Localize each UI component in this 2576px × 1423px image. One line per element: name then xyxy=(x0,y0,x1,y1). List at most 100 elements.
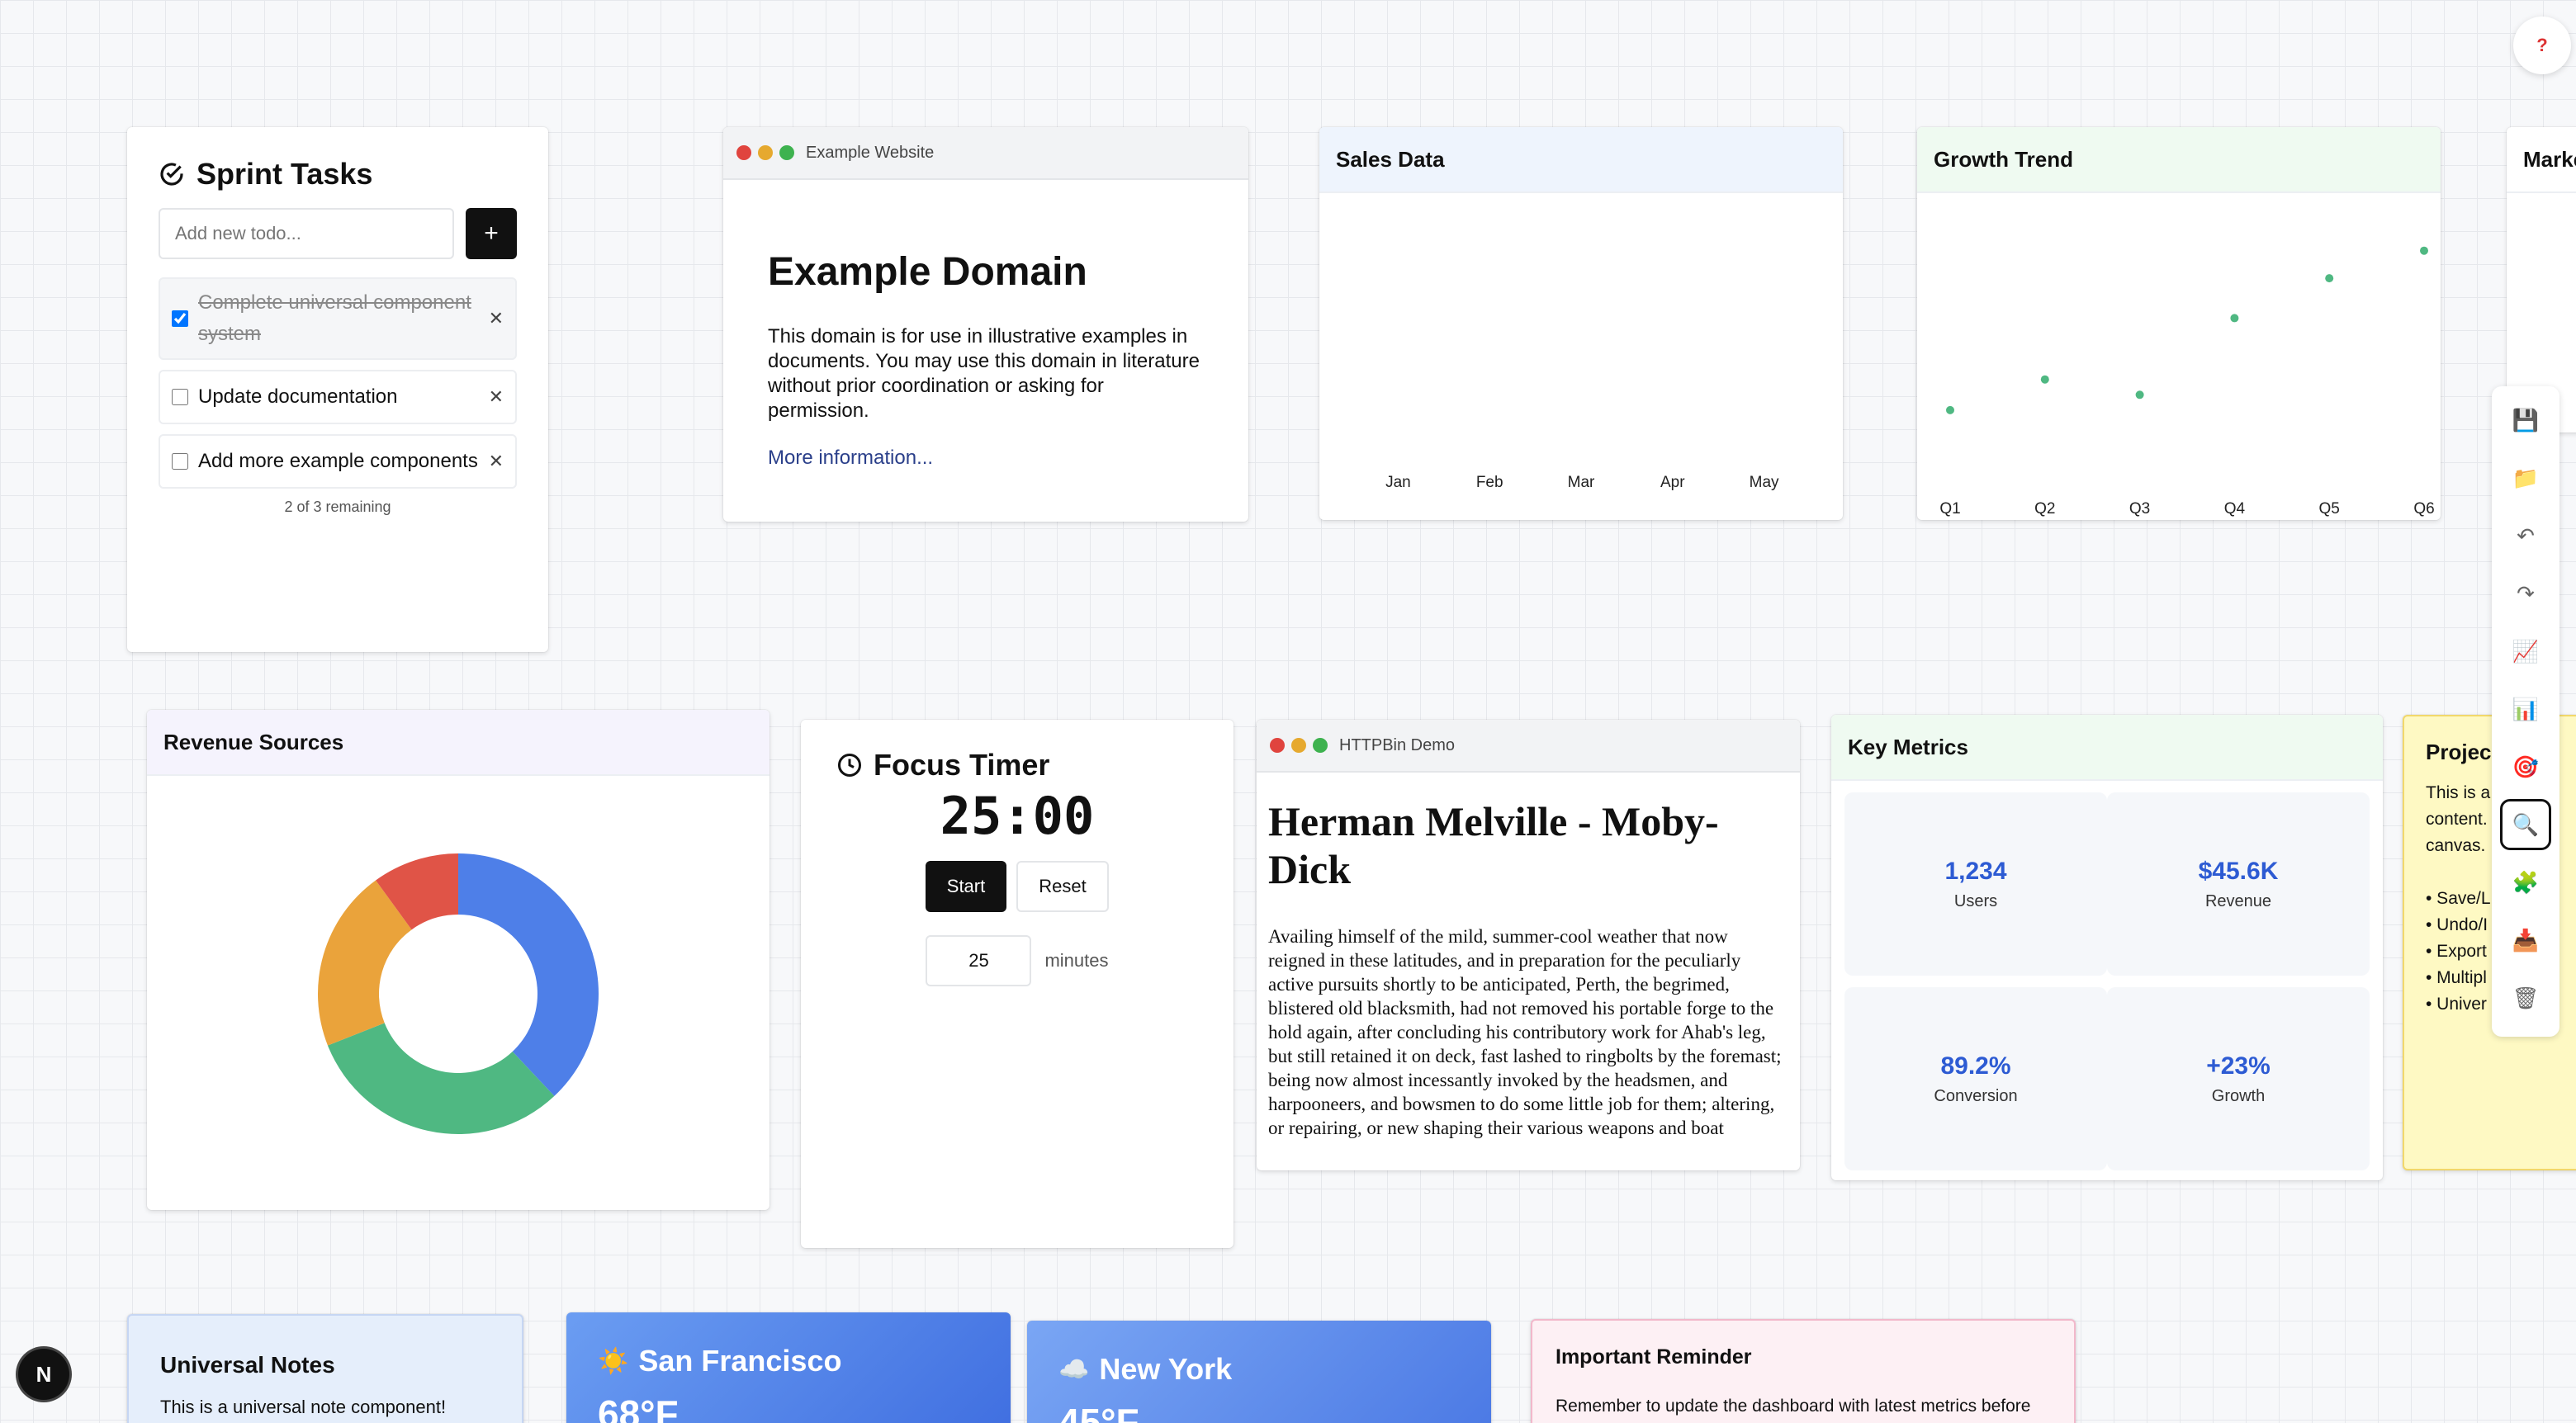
bar-chart-icon[interactable]: 📊 xyxy=(2500,683,2551,735)
example-body: This domain is for use in illustrative e… xyxy=(768,325,1200,422)
weather-ny-card: ☁️ New York 45°F xyxy=(1027,1321,1491,1423)
todo-checkbox[interactable] xyxy=(172,453,188,470)
minimize-dot[interactable] xyxy=(1291,738,1306,753)
close-dot[interactable] xyxy=(736,145,751,160)
x-tick-label: Q1 xyxy=(1939,500,1960,518)
zoom-icon[interactable]: 🔍 xyxy=(2500,799,2551,850)
trash-icon[interactable]: 🗑 xyxy=(2500,972,2551,1024)
todo-text: Complete universal component system xyxy=(198,291,471,345)
maximize-dot[interactable] xyxy=(1313,738,1328,753)
minutes-label: minutes xyxy=(1044,950,1109,971)
revenue-chart-card: Revenue Sources xyxy=(147,710,769,1210)
weather-sf-temp: 68°F xyxy=(598,1392,679,1423)
x-tick-label: Apr xyxy=(1660,474,1685,491)
more-info-link[interactable]: More information... xyxy=(768,447,1204,470)
metric-tile: +23% Growth xyxy=(2107,987,2370,1170)
timer-display: 25:00 xyxy=(940,786,1095,846)
puzzle-icon[interactable]: 🧩 xyxy=(2500,857,2551,908)
add-todo-button[interactable]: + xyxy=(466,208,517,259)
undo-icon[interactable]: ↶ xyxy=(2500,510,2551,561)
metric-label: Conversion xyxy=(1934,1086,2018,1105)
sales-title: Sales Data xyxy=(1319,127,1843,193)
cloud-icon: ☁️ xyxy=(1058,1355,1090,1383)
x-tick-label: Q3 xyxy=(2129,500,2150,518)
data-point xyxy=(2420,246,2428,255)
metric-label: Growth xyxy=(2211,1086,2266,1105)
window-tab-title: HTTPBin Demo xyxy=(1339,735,1456,754)
notes-title: Universal Notes xyxy=(160,1352,335,1378)
reminder-title: Important Reminder xyxy=(1556,1345,1752,1369)
x-tick-label: May xyxy=(1750,474,1779,491)
todo-item[interactable]: Complete universal component system ✕ xyxy=(159,277,517,360)
data-point xyxy=(2325,274,2334,283)
redo-icon[interactable]: ↷ xyxy=(2500,568,2551,619)
metric-value: 89.2% xyxy=(1940,1052,2011,1080)
minutes-input[interactable]: 25 xyxy=(926,935,1032,986)
window-tab-title: Example Website xyxy=(806,143,935,162)
donut-slice[interactable] xyxy=(327,1023,555,1134)
todo-text: Update documentation xyxy=(198,385,398,408)
minimize-dot[interactable] xyxy=(758,145,773,160)
todo-checkbox[interactable] xyxy=(172,389,188,405)
todo-card: Sprint Tasks + Complete universal compon… xyxy=(127,127,548,652)
x-tick-label: Q4 xyxy=(2224,500,2246,518)
metric-tile: $45.6K Revenue xyxy=(2107,792,2370,976)
close-dot[interactable] xyxy=(1270,738,1285,753)
nextjs-badge[interactable]: N xyxy=(18,1349,69,1400)
x-tick-label: Jan xyxy=(1385,474,1411,491)
reminder-card: Important Reminder Remember to update th… xyxy=(1531,1319,2076,1423)
delete-todo-icon[interactable]: ✕ xyxy=(489,386,504,408)
example-heading: Example Domain xyxy=(768,250,1087,294)
donut-slice[interactable] xyxy=(458,853,599,1096)
todo-text: Add more example components xyxy=(198,450,478,472)
timer-start-button[interactable]: Start xyxy=(926,861,1006,912)
growth-scatter-chart: Q1 Q2 Q3 Q4 Q5 Q6 xyxy=(1939,246,2435,518)
clock-icon xyxy=(837,753,862,778)
httpbin-heading: Herman Melville - Moby-Dick xyxy=(1268,798,1719,892)
weather-sf-card: ☀️ San Francisco 68°F xyxy=(566,1312,1011,1423)
notes-card: Universal Notes This is a universal note… xyxy=(127,1314,523,1423)
todo-checkbox[interactable] xyxy=(172,310,188,327)
httpbin-body: Availing himself of the mild, summer-coo… xyxy=(1268,926,1782,1138)
weather-sf-city: San Francisco xyxy=(638,1344,842,1378)
key-metrics-card: Key Metrics 1,234 Users $45.6K Revenue 89.2%… xyxy=(1831,715,2383,1180)
metric-value: 1,234 xyxy=(1944,857,2007,885)
metric-label: Revenue xyxy=(2204,891,2272,910)
timer-title: Focus Timer xyxy=(874,748,1050,782)
metric-tile: 1,234 Users xyxy=(1844,792,2107,976)
timer-reset-button[interactable]: Reset xyxy=(1016,861,1109,912)
metric-tile: 89.2% Conversion xyxy=(1844,987,2107,1170)
x-tick-label: Q2 xyxy=(2034,500,2055,518)
delete-todo-icon[interactable]: ✕ xyxy=(489,451,504,472)
market-title: Marke xyxy=(2507,127,2576,193)
metric-value: $45.6K xyxy=(2198,857,2279,885)
todo-item[interactable]: Add more example components ✕ xyxy=(159,434,517,489)
weather-ny-temp: 45°F xyxy=(1058,1401,1139,1423)
focus-timer-card: Focus Timer 25:00 Start Reset 25 minutes xyxy=(801,720,1234,1248)
growth-title: Growth Trend xyxy=(1917,127,2441,193)
example-website-window: Example Website Example Domain This doma… xyxy=(723,127,1248,522)
todo-remaining: 2 of 3 remaining xyxy=(284,499,391,515)
delete-todo-icon[interactable]: ✕ xyxy=(489,308,504,329)
chart-icon[interactable]: 📈 xyxy=(2500,626,2551,677)
growth-chart-card: Growth Trend Q1 Q2 Q3 Q4 Q5 Q6 xyxy=(1917,127,2441,520)
target-icon[interactable]: 🎯 xyxy=(2500,741,2551,792)
new-todo-input[interactable] xyxy=(159,208,454,259)
check-circle-icon xyxy=(159,161,185,187)
todo-item[interactable]: Update documentation ✕ xyxy=(159,370,517,424)
weather-ny-city: New York xyxy=(1099,1352,1233,1386)
folder-icon[interactable]: 📁 xyxy=(2500,452,2551,503)
help-button[interactable]: ? xyxy=(2513,17,2571,74)
sales-chart-card: Sales Data Jan Feb Mar Apr May xyxy=(1319,127,1843,520)
x-tick-label: Q5 xyxy=(2319,500,2340,518)
data-point xyxy=(2230,314,2239,323)
window-title-bar: Example Website xyxy=(723,127,1248,180)
save-icon[interactable]: 💾 xyxy=(2500,395,2551,446)
metrics-title: Key Metrics xyxy=(1831,715,2383,781)
revenue-title: Revenue Sources xyxy=(147,710,769,776)
maximize-dot[interactable] xyxy=(779,145,794,160)
todo-title: Sprint Tasks xyxy=(197,157,373,191)
notes-body: This is a universal note component! xyxy=(160,1397,447,1417)
x-tick-label: Mar xyxy=(1568,474,1595,491)
inbox-icon[interactable]: 📥 xyxy=(2500,915,2551,966)
